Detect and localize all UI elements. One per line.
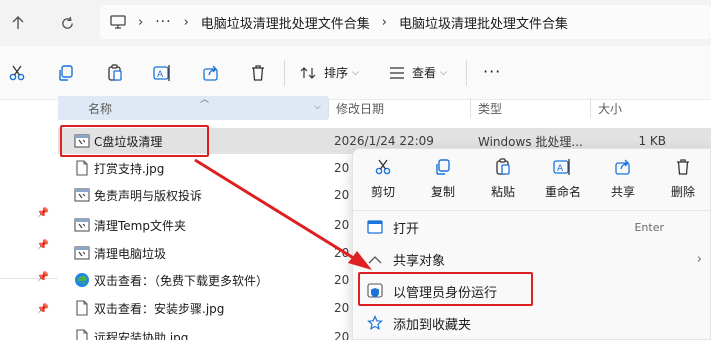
file-name: 免责声明与版权投诉: [94, 188, 203, 203]
context-rename-button[interactable]: A 重命名: [533, 157, 593, 203]
file-name: 远程安装协助.jpg: [94, 330, 189, 340]
view-lines-icon: [390, 66, 404, 79]
chevron-down-icon: ⌵: [314, 102, 321, 112]
document-icon: [74, 300, 90, 316]
column-header-modified[interactable]: 修改日期: [328, 96, 472, 120]
file-name: 打赏支持.jpg: [94, 161, 165, 176]
nav-divider: [0, 278, 58, 279]
file-date: 2026/1/24 22:09: [334, 134, 434, 148]
chevron-right-icon: ›: [381, 14, 387, 30]
document-icon: [74, 329, 90, 340]
chevron-right-icon: ›: [183, 14, 189, 30]
cut-icon: [373, 157, 393, 177]
context-cut-button[interactable]: 剪切: [353, 157, 413, 203]
address-bar[interactable]: › ··· › 电脑垃圾清理批处理文件合集 › 电脑垃圾清理批处理文件合集: [100, 5, 711, 39]
column-header-type[interactable]: 类型: [470, 96, 592, 120]
file-date: 20: [334, 188, 350, 202]
delete-icon[interactable]: [247, 62, 269, 84]
context-menu: 剪切 复制 粘贴 A 重命名 共享 删除 打开 Enter 共享对象 › 以管理…: [352, 148, 711, 340]
batch-file-icon: [74, 187, 90, 203]
file-date: 20: [334, 246, 350, 260]
address-row: › ··· › 电脑垃圾清理批处理文件合集 › 电脑垃圾清理批处理文件合集: [0, 0, 711, 46]
shortcut-hint: Enter: [634, 220, 664, 234]
file-type: Windows 批处理...: [478, 134, 583, 149]
pin-icon: 📌: [36, 271, 50, 283]
file-name: 双击查看：安装步骤.jpg: [94, 301, 225, 316]
file-date: 20: [334, 273, 350, 287]
file-name: C盘垃圾清理: [94, 134, 163, 149]
copy-icon: [433, 157, 453, 177]
copy-icon[interactable]: [55, 62, 77, 84]
toolbar-divider: [466, 60, 467, 86]
command-bar: A 排序 ⌵ 查看 ⌵ ···: [0, 46, 711, 100]
sort-label: 排序: [324, 66, 349, 80]
rename-icon[interactable]: A: [152, 62, 174, 84]
paste-icon: [493, 157, 513, 177]
breadcrumb-ellipsis[interactable]: ···: [155, 14, 171, 30]
context-copy-button[interactable]: 复制: [413, 157, 473, 203]
batch-file-icon: [74, 133, 90, 149]
up-arrow-icon[interactable]: [5, 10, 31, 36]
star-icon: [366, 314, 384, 332]
batch-file-icon: [74, 245, 90, 261]
file-size: 1 KB: [638, 134, 666, 148]
menu-item-add-favorites[interactable]: 添加到收藏夹: [353, 307, 710, 339]
batch-file-icon: [74, 217, 90, 233]
menu-item-open[interactable]: 打开 Enter: [353, 211, 710, 243]
share-icon[interactable]: [200, 62, 222, 84]
paste-icon[interactable]: [104, 62, 126, 84]
chevron-down-icon: ⌵: [352, 67, 359, 78]
open-window-icon: [366, 218, 384, 236]
file-date: 20: [334, 301, 350, 315]
computer-icon: [110, 14, 126, 30]
context-share-button[interactable]: 共享: [593, 157, 653, 203]
refresh-icon[interactable]: [54, 10, 80, 36]
context-quick-actions: 剪切 复制 粘贴 A 重命名 共享 删除: [353, 149, 710, 211]
share-target-icon: [366, 250, 384, 268]
edge-icon: [74, 272, 90, 288]
sort-ascending-icon: ︿: [200, 95, 210, 105]
menu-item-share-with[interactable]: 共享对象 ›: [353, 243, 710, 275]
sort-button[interactable]: 排序 ⌵: [300, 64, 359, 81]
file-date: 20: [334, 330, 350, 340]
chevron-right-icon: ›: [696, 251, 702, 267]
delete-icon: [673, 157, 693, 177]
column-headers: 名称 ︿ ⌵ 修改日期 类型 大小: [58, 95, 711, 120]
document-icon: [74, 160, 90, 176]
file-name: 清理Temp文件夹: [94, 218, 186, 233]
breadcrumb-current[interactable]: 电脑垃圾清理批处理文件合集: [399, 13, 568, 32]
toolbar-divider: [284, 60, 285, 86]
view-label: 查看: [412, 66, 437, 80]
breadcrumb-parent[interactable]: 电脑垃圾清理批处理文件合集: [201, 13, 370, 32]
shield-icon: [366, 282, 384, 300]
context-delete-button[interactable]: 删除: [653, 157, 710, 203]
share-icon: [613, 157, 633, 177]
rename-icon: A: [553, 157, 573, 177]
file-name: 双击查看：（免费下载更多软件）: [94, 273, 269, 288]
more-options-button[interactable]: ···: [483, 64, 501, 80]
menu-item-run-as-admin[interactable]: 以管理员身份运行: [353, 275, 710, 307]
svg-text:A: A: [557, 164, 564, 174]
view-button[interactable]: 查看 ⌵: [388, 64, 447, 81]
svg-text:A: A: [157, 70, 164, 80]
file-date: 20: [334, 218, 350, 232]
chevron-down-icon: ⌵: [440, 67, 447, 78]
column-header-size[interactable]: 大小: [590, 96, 670, 120]
sort-arrows-icon: [300, 66, 316, 79]
pin-icon: 📌: [36, 239, 50, 251]
navigation-pane: 📌 📌 📌 📌: [0, 100, 58, 340]
column-header-name[interactable]: 名称: [58, 96, 328, 120]
file-date: 20: [334, 161, 350, 175]
chevron-right-icon: ›: [138, 14, 144, 30]
context-paste-button[interactable]: 粘贴: [473, 157, 533, 203]
pin-icon: 📌: [36, 207, 50, 219]
cut-icon[interactable]: [6, 62, 28, 84]
pin-icon: 📌: [36, 303, 50, 315]
file-name: 清理电脑垃圾: [94, 246, 167, 261]
